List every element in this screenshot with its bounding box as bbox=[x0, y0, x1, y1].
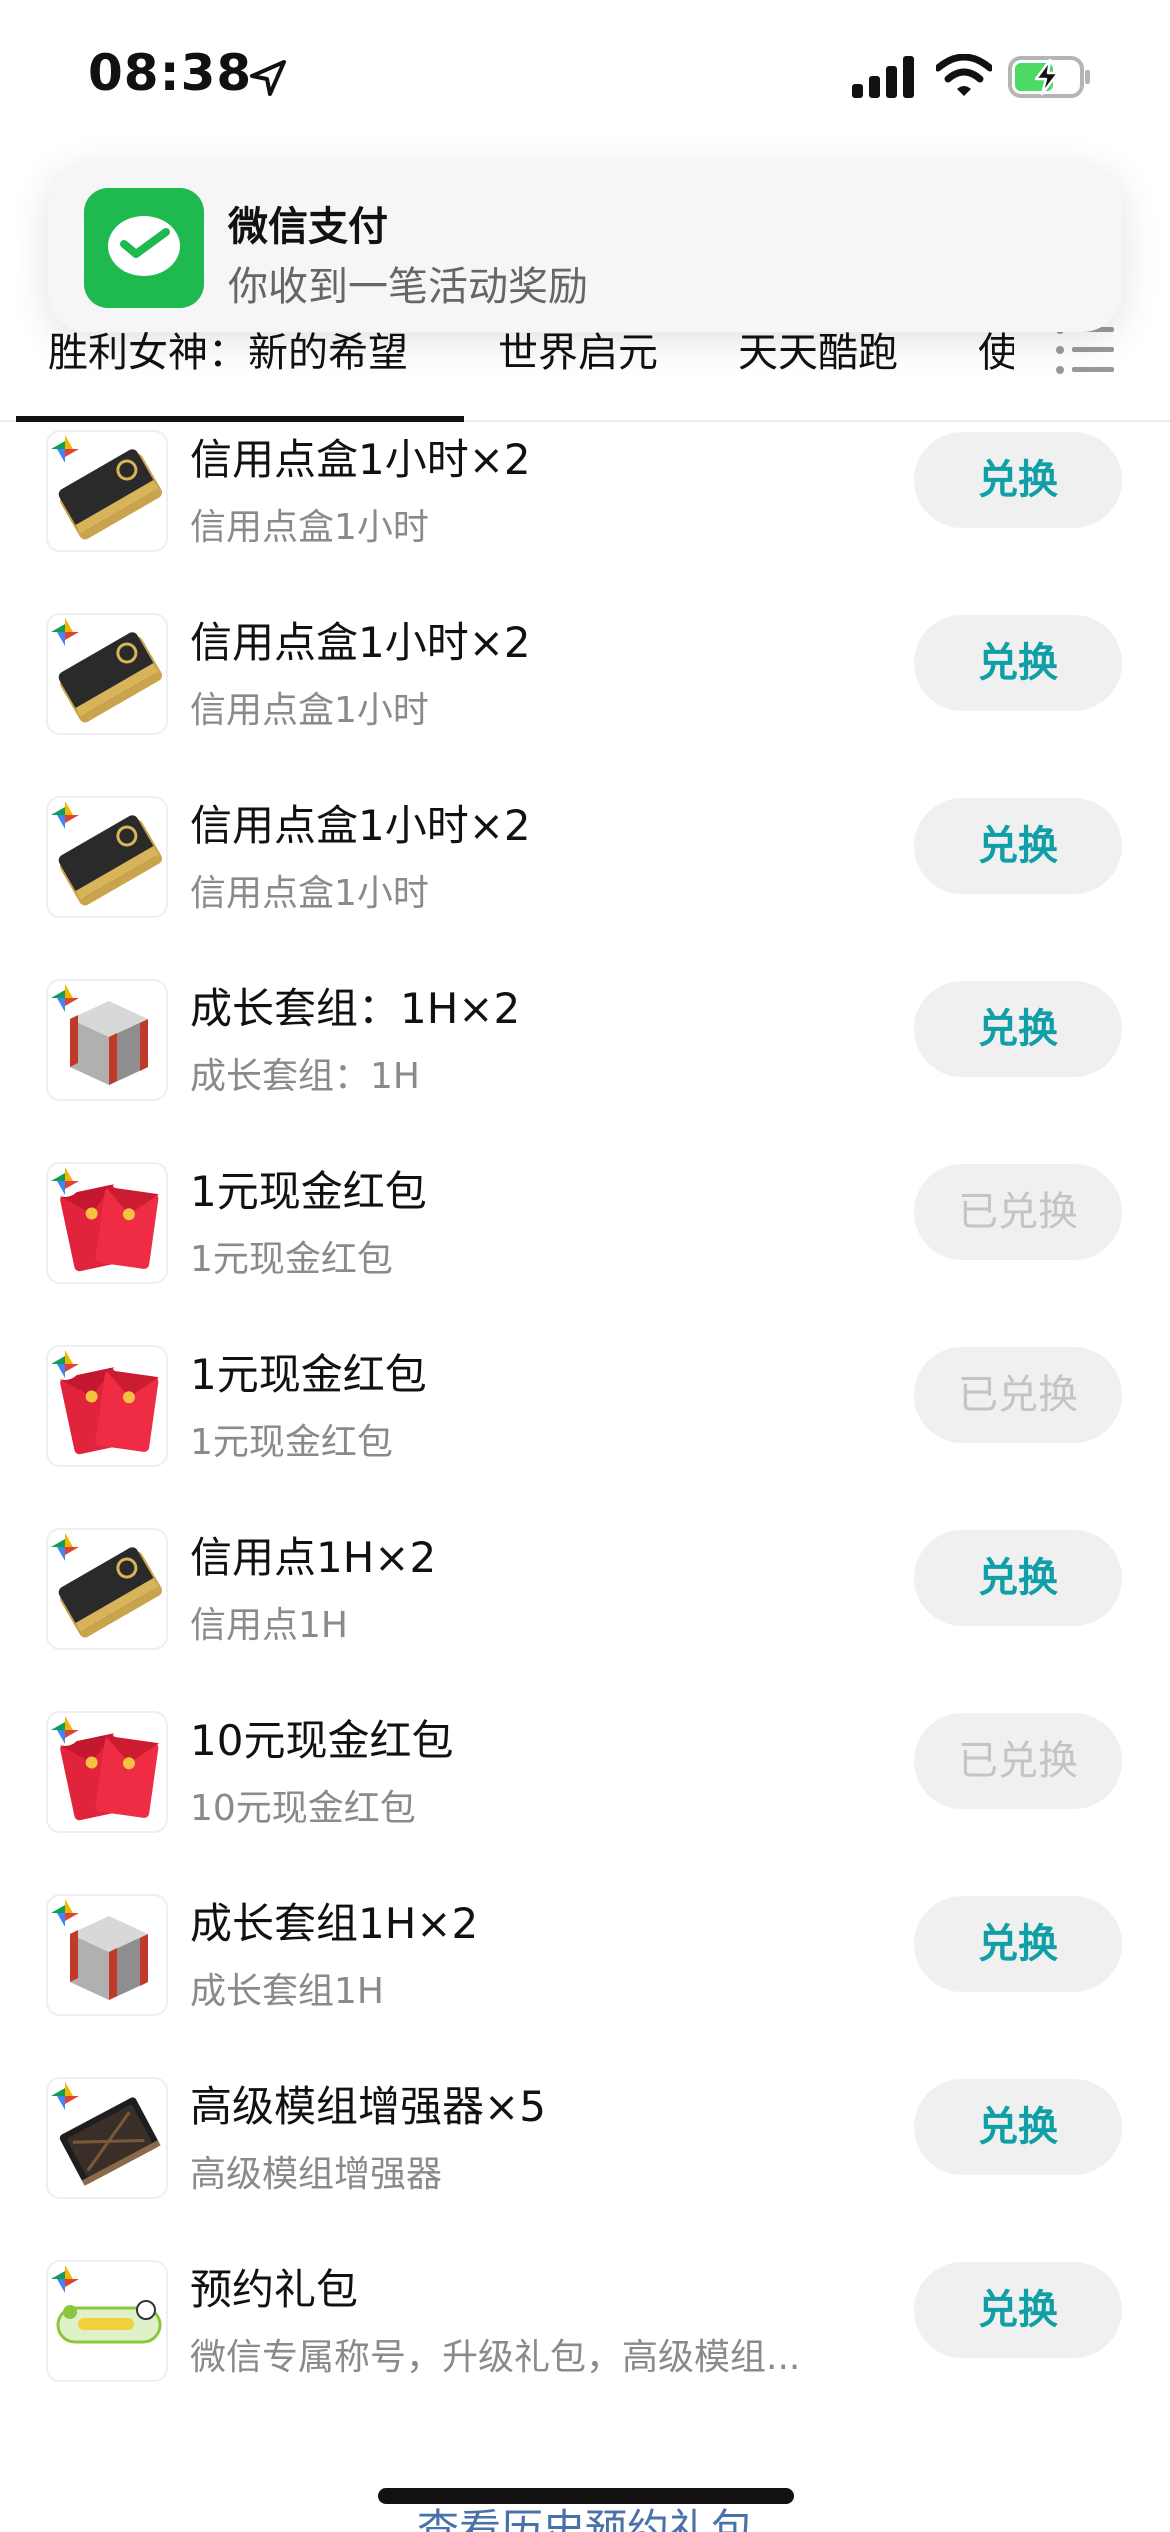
reward-list-item: 成长套组：1H×2 成长套组：1H 兑换 bbox=[0, 971, 1170, 1154]
reward-subtitle: 10元现金红包 bbox=[190, 1788, 416, 1829]
reward-list-item: 信用点盒1小时×2 信用点盒1小时 兑换 bbox=[0, 605, 1170, 788]
notification-title: 微信支付 bbox=[228, 204, 388, 250]
wifi-icon bbox=[936, 54, 992, 96]
game-center-badge-icon bbox=[49, 2080, 81, 2112]
reward-list-item: 信用点盒1小时×2 信用点盒1小时 兑换 bbox=[0, 422, 1170, 605]
reward-list-item: 1元现金红包 1元现金红包 已兑换 bbox=[0, 1154, 1170, 1337]
exchange-button[interactable]: 兑换 bbox=[914, 1896, 1122, 1992]
reward-thumbnail bbox=[46, 2260, 168, 2382]
exchange-button[interactable]: 兑换 bbox=[914, 1530, 1122, 1626]
reward-thumbnail bbox=[46, 1162, 168, 1284]
exchange-button[interactable]: 兑换 bbox=[914, 615, 1122, 711]
game-center-badge-icon bbox=[49, 1714, 81, 1746]
home-indicator bbox=[378, 2488, 794, 2504]
reward-thumbnail bbox=[46, 2077, 168, 2199]
reward-title: 成长套组：1H×2 bbox=[190, 984, 521, 1033]
reward-title: 高级模组增强器×5 bbox=[190, 2082, 546, 2131]
game-center-badge-icon bbox=[49, 1531, 81, 1563]
exchanged-button: 已兑换 bbox=[914, 1164, 1122, 1260]
cellular-signal-icon bbox=[852, 56, 914, 98]
exchange-button[interactable]: 兑换 bbox=[914, 432, 1122, 528]
reward-title: 预约礼包 bbox=[190, 2265, 359, 2314]
reward-thumbnail bbox=[46, 1711, 168, 1833]
game-center-badge-icon bbox=[49, 433, 81, 465]
reward-thumbnail bbox=[46, 1528, 168, 1650]
reward-title: 1元现金红包 bbox=[190, 1167, 427, 1216]
game-center-badge-icon bbox=[49, 2263, 81, 2295]
reward-subtitle: 信用点盒1小时 bbox=[190, 873, 429, 914]
reward-thumbnail bbox=[46, 430, 168, 552]
game-center-badge-icon bbox=[49, 1897, 81, 1929]
reward-list-item: 预约礼包 微信专属称号，升级礼包，高级模组... 兑换 bbox=[0, 2252, 1170, 2435]
game-center-badge-icon bbox=[49, 799, 81, 831]
reward-list-item: 信用点盒1小时×2 信用点盒1小时 兑换 bbox=[0, 788, 1170, 971]
reward-thumbnail bbox=[46, 1894, 168, 2016]
status-time: 08:38 bbox=[88, 44, 253, 102]
reward-subtitle: 信用点盒1小时 bbox=[190, 690, 429, 731]
reward-title: 信用点盒1小时×2 bbox=[190, 801, 531, 850]
game-center-badge-icon bbox=[49, 616, 81, 648]
reward-list-item: 10元现金红包 10元现金红包 已兑换 bbox=[0, 1703, 1170, 1886]
notification-body: 你收到一笔活动奖励 bbox=[228, 264, 588, 310]
reward-subtitle: 微信专属称号，升级礼包，高级模组... bbox=[190, 2337, 801, 2378]
exchange-button[interactable]: 兑换 bbox=[914, 2262, 1122, 2358]
game-center-badge-icon bbox=[49, 1165, 81, 1197]
reward-title: 信用点盒1小时×2 bbox=[190, 435, 531, 484]
reward-title: 1元现金红包 bbox=[190, 1350, 427, 1399]
reward-thumbnail bbox=[46, 979, 168, 1101]
reward-title: 成长套组1H×2 bbox=[190, 1899, 479, 1948]
exchange-button[interactable]: 兑换 bbox=[914, 798, 1122, 894]
wechat-pay-icon bbox=[84, 188, 204, 308]
reward-subtitle: 成长套组1H bbox=[190, 1971, 384, 2012]
reward-list-item: 1元现金红包 1元现金红包 已兑换 bbox=[0, 1337, 1170, 1520]
reward-thumbnail bbox=[46, 796, 168, 918]
reward-title: 信用点盒1小时×2 bbox=[190, 618, 531, 667]
wechat-pay-notification[interactable]: 微信支付 你收到一笔活动奖励 bbox=[48, 164, 1122, 332]
reward-thumbnail bbox=[46, 613, 168, 735]
exchanged-button: 已兑换 bbox=[914, 1713, 1122, 1809]
reward-subtitle: 信用点1H bbox=[190, 1605, 348, 1646]
reward-list: 信用点盒1小时×2 信用点盒1小时 兑换 信用点盒1小时×2 信用点盒1小时 兑… bbox=[0, 422, 1170, 2435]
exchanged-button: 已兑换 bbox=[914, 1347, 1122, 1443]
battery-charging-icon bbox=[1008, 56, 1090, 98]
reward-title: 10元现金红包 bbox=[190, 1716, 454, 1765]
reward-list-item: 信用点1H×2 信用点1H 兑换 bbox=[0, 1520, 1170, 1703]
reward-list-item: 成长套组1H×2 成长套组1H 兑换 bbox=[0, 1886, 1170, 2069]
status-bar: 08:38 bbox=[0, 0, 1170, 150]
reward-subtitle: 高级模组增强器 bbox=[190, 2154, 443, 2195]
reward-title: 信用点1H×2 bbox=[190, 1533, 437, 1582]
reward-subtitle: 信用点盒1小时 bbox=[190, 507, 429, 548]
exchange-button[interactable]: 兑换 bbox=[914, 981, 1122, 1077]
reward-list-item: 高级模组增强器×5 高级模组增强器 兑换 bbox=[0, 2069, 1170, 2252]
game-center-badge-icon bbox=[49, 982, 81, 1014]
reward-subtitle: 成长套组：1H bbox=[190, 1056, 420, 1097]
reward-subtitle: 1元现金红包 bbox=[190, 1422, 393, 1463]
reward-thumbnail bbox=[46, 1345, 168, 1467]
location-arrow-icon bbox=[250, 60, 286, 96]
game-center-badge-icon bbox=[49, 1348, 81, 1380]
reward-subtitle: 1元现金红包 bbox=[190, 1239, 393, 1280]
exchange-button[interactable]: 兑换 bbox=[914, 2079, 1122, 2175]
